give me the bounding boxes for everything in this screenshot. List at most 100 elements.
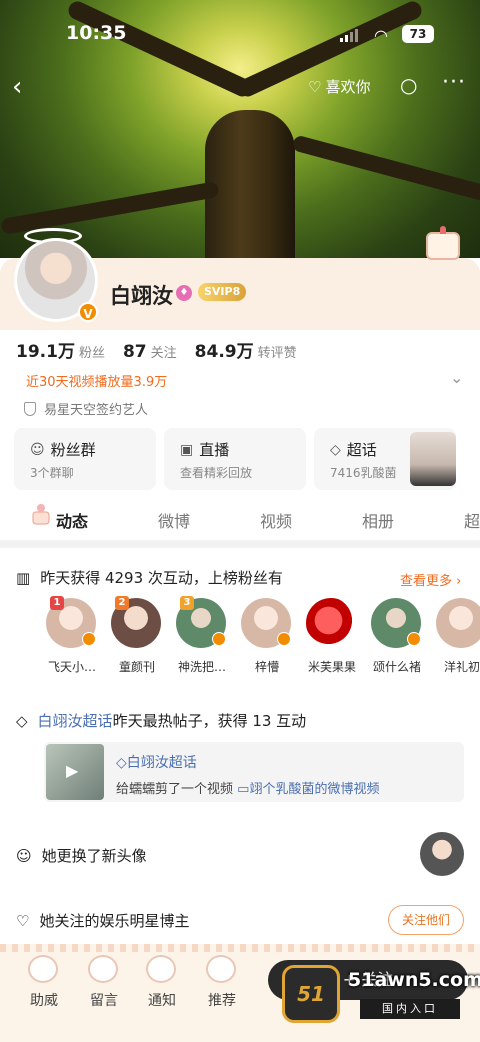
tab-dynamic[interactable]: 动态 (56, 508, 88, 532)
super-topic-thumbnail (410, 432, 456, 486)
like-you-button[interactable]: ♡ 喜欢你 (308, 76, 370, 97)
shield-icon (24, 401, 36, 416)
watermark: 51 51awn5.com 国内入口 (280, 965, 480, 1027)
video-thumbnail[interactable] (46, 744, 104, 800)
verified-badge (82, 632, 96, 646)
fan-name: 神洗把… (177, 660, 226, 674)
chevron-down-icon[interactable]: ⌄ (450, 368, 463, 387)
fan-name: 飞天小… (47, 660, 96, 674)
verified-badge: V (78, 302, 98, 322)
card-sub: 7416乳酸菌 (330, 466, 397, 480)
bottom-message[interactable]: 留言 (90, 990, 118, 1010)
diamond-icon: ◇ (330, 441, 341, 458)
like-you-label: 喜欢你 (325, 78, 371, 96)
interaction-row: ▥ 昨天获得 4293 次互动，上榜粉丝有 (16, 567, 283, 588)
fan-name: 米芙果果 (307, 660, 356, 674)
card-title: 直播 (199, 441, 230, 459)
hot-card-topic[interactable]: ◇白翊汝超话 (116, 752, 197, 772)
search-icon[interactable]: ○ (400, 73, 417, 97)
message-icon (88, 955, 118, 983)
fan-avatar (306, 598, 356, 648)
rank-badge: 3 (180, 596, 194, 610)
top-nav: ‹ ♡ 喜欢你 ○ ··· (0, 70, 480, 102)
card-live[interactable]: ▣ 直播 查看精彩回放 (164, 428, 306, 490)
signal-icon (340, 29, 358, 42)
bar-chart-icon: ▥ (16, 568, 31, 587)
bottom-cheer[interactable]: 助威 (30, 990, 58, 1010)
card-sub: 3个群聊 (30, 466, 74, 480)
super-topic-link[interactable]: 白翊汝超话 (38, 712, 113, 730)
tab-weibo[interactable]: 微博 (158, 508, 190, 532)
tab-super[interactable]: 超 (464, 508, 480, 532)
watermark-entry: 国内入口 (360, 999, 460, 1019)
new-avatar-thumbnail[interactable] (420, 832, 464, 876)
card-super-topic[interactable]: ◇ 超话 7416乳酸菌 (314, 428, 456, 490)
stat-interactions[interactable]: 84.9万 转评赞 (195, 337, 297, 362)
hot-post-title: 昨天最热帖子，获得 13 互动 (112, 712, 307, 730)
follow-stars-row: ♡ 她关注的娱乐明星博主 (16, 910, 189, 931)
fan-item[interactable]: 颂什么褚 (371, 598, 423, 675)
member-icon: ♦ (176, 285, 192, 301)
follow-stars-text: 她关注的娱乐明星博主 (39, 912, 190, 930)
fan-item[interactable]: 1 飞天小… (46, 596, 98, 675)
rank-badge: 2 (115, 596, 129, 610)
bottom-recommend[interactable]: 推荐 (208, 990, 236, 1010)
verified-badge (212, 632, 226, 646)
avatar-change-text: 她更换了新头像 (41, 847, 147, 865)
fans-group-icon: ☺ (30, 441, 45, 458)
follow-them-button[interactable]: 关注他们 (388, 905, 464, 935)
card-sub: 查看精彩回放 (180, 466, 253, 480)
hot-card-text: 给蠕蠕剪了一个视频 ▭翊个乳酸菌的微博视频 (116, 782, 380, 797)
fan-item[interactable]: 梓懵 (241, 598, 293, 675)
profile-stats: 19.1万 粉丝 87 关注 84.9万 转评赞 (16, 337, 297, 362)
fan-name: 颂什么褚 (372, 660, 421, 674)
signed-artist: 易星天空签约艺人 (24, 399, 148, 418)
svip-badge[interactable]: SVIP8 (198, 283, 247, 301)
bottom-notify[interactable]: 通知 (148, 990, 176, 1010)
battery-indicator: 73 (402, 25, 434, 43)
watermark-site: 51awn5.com (348, 969, 480, 991)
signed-label: 易星天空签约艺人 (44, 403, 149, 418)
heart-icon: ♡ (308, 77, 322, 96)
stat-fans[interactable]: 19.1万 粉丝 (16, 337, 105, 362)
fan-item[interactable]: 2 童颜刊 (111, 596, 163, 675)
tab-album[interactable]: 相册 (362, 508, 394, 532)
decor-dots (0, 944, 480, 952)
play-count-text: 近30天视频播放量3.9万 (26, 375, 168, 390)
fan-item[interactable]: 3 神洗把… (176, 596, 228, 675)
card-fans-group[interactable]: ☺ 粉丝群 3个群聊 (14, 428, 156, 490)
cheer-icon (28, 955, 58, 983)
rank-badge: 1 (50, 596, 64, 610)
hot-post-card[interactable]: ◇白翊汝超话 给蠕蠕剪了一个视频 ▭翊个乳酸菌的微博视频 (44, 742, 464, 802)
notify-icon (146, 955, 176, 983)
back-icon[interactable]: ‹ (12, 72, 22, 102)
avatar-change-row: ☺ 她更换了新头像 (16, 845, 147, 866)
fan-name: 洋礼初 (443, 660, 480, 674)
wifi-icon: ◠ (374, 26, 388, 45)
see-more-link[interactable]: 查看更多 › (400, 570, 461, 589)
fan-item[interactable]: 洋礼初 (436, 598, 480, 675)
banner-branch (0, 181, 220, 235)
recommend-icon (206, 955, 236, 983)
fan-avatar (436, 598, 480, 648)
fan-item[interactable]: 米芙果果 (306, 598, 358, 675)
feature-cards: ☺ 粉丝群 3个群聊 ▣ 直播 查看精彩回放 ◇ 超话 7416乳酸菌 (14, 428, 456, 490)
banner-branch (291, 134, 480, 202)
more-icon[interactable]: ··· (442, 70, 466, 95)
card-title: 粉丝群 (50, 441, 96, 459)
live-icon: ▣ (180, 441, 194, 458)
video-link[interactable]: ▭翊个乳酸菌的微博视频 (237, 782, 379, 797)
verified-badge (277, 632, 291, 646)
verified-badge (407, 632, 421, 646)
tab-video[interactable]: 视频 (260, 508, 292, 532)
fan-name: 童颜刊 (118, 660, 155, 674)
profile-name: 白翊汝 (110, 284, 173, 308)
heart-icon: ♡ (16, 911, 30, 930)
stat-following[interactable]: 87 关注 (123, 342, 177, 362)
fans-list: 1 飞天小… 2 童颜刊 3 神洗把… 梓懵 米芙果果 颂什么褚 洋礼初 (46, 596, 480, 675)
hot-post-row: ◇ 白翊汝超话昨天最热帖子，获得 13 互动 (16, 710, 306, 731)
banner-tree-trunk (205, 110, 295, 275)
watermark-logo: 51 (282, 965, 340, 1023)
fan-name: 梓懵 (254, 660, 279, 674)
diamond-icon: ◇ (16, 711, 28, 730)
